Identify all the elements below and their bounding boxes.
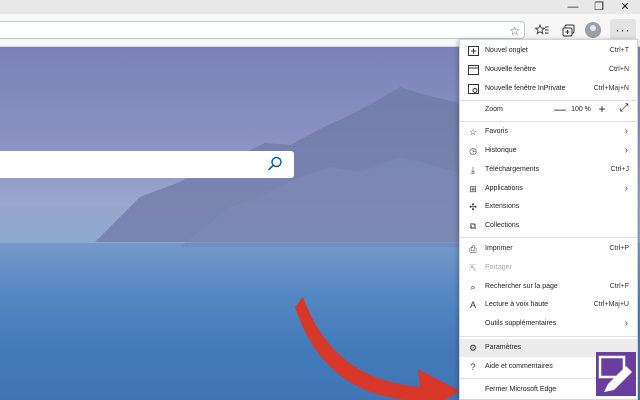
menu-separator [460, 237, 637, 238]
profile-avatar[interactable] [585, 22, 601, 38]
menu-item-more-tools[interactable]: Outils supplémentaires › [460, 315, 637, 333]
puzzle-icon: ✣ [469, 201, 477, 212]
menu-separator [460, 121, 637, 122]
chevron-right-icon: › [624, 126, 628, 137]
gear-icon: ⚙ [468, 342, 478, 353]
apps-icon: ⊞ [469, 183, 477, 194]
search-icon[interactable] [266, 155, 284, 173]
menu-item-new-window[interactable]: Nouvelle fenêtre Ctrl+N [460, 61, 637, 79]
add-favorite-star-icon[interactable]: ☆ [509, 22, 520, 40]
title-bar: — ❐ ✕ [0, 0, 640, 14]
menu-item-zoom: Zoom — 100 % + ⤢ [485, 102, 630, 116]
printer-icon: ⎙ [469, 243, 477, 254]
menu-item-new-tab[interactable]: Nouvel onglet Ctrl+T [460, 42, 637, 60]
fullscreen-icon[interactable]: ⤢ [618, 102, 630, 115]
minimize-button[interactable]: — [560, 0, 586, 14]
zoom-level: 100 % [571, 106, 591, 113]
help-icon: ? [470, 362, 476, 372]
collections-icon[interactable] [558, 20, 578, 40]
menu-item-read-aloud[interactable]: A Lecture à voix haute Ctrl+Maj+U [460, 296, 637, 314]
menu-item-inprivate-window[interactable]: Nouvelle fenêtre InPrivate Ctrl+Maj+N [460, 80, 637, 98]
find-icon: ⌕ [470, 281, 476, 292]
menu-separator [460, 336, 637, 337]
site-logo [596, 352, 636, 396]
chevron-right-icon: › [624, 183, 628, 194]
download-icon: ⤓ [471, 164, 475, 175]
close-window-button[interactable]: ✕ [612, 0, 638, 14]
chevron-right-icon: › [624, 145, 628, 156]
read-aloud-icon: A [469, 300, 476, 310]
pointer-arrow [295, 297, 460, 400]
chevron-right-icon: › [624, 318, 628, 329]
menu-item-collections[interactable]: ⧉ Collections [460, 217, 637, 235]
history-icon: ◷ [469, 145, 477, 156]
new-window-icon [467, 63, 479, 77]
star-icon: ☆ [468, 126, 478, 137]
zoom-out-button[interactable]: — [554, 102, 566, 116]
menu-item-share: ⇱ Partager [460, 259, 637, 277]
menu-item-downloads[interactable]: ⤓ Téléchargements Ctrl+J [460, 161, 637, 179]
settings-and-more-button[interactable]: ··· [610, 19, 636, 41]
web-search-box[interactable] [0, 151, 294, 178]
zoom-in-button[interactable]: + [596, 102, 608, 116]
share-icon: ⇱ [469, 262, 477, 273]
menu-item-favorites[interactable]: ☆ Favoris › [460, 123, 637, 141]
new-tab-icon [467, 44, 479, 58]
menu-item-applications[interactable]: ⊞ Applications › [460, 180, 637, 198]
inprivate-icon [467, 82, 479, 96]
menu-item-extensions[interactable]: ✣ Extensions [460, 198, 637, 216]
settings-menu: Nouvel onglet Ctrl+T Nouvelle fenêtre Ct… [459, 39, 638, 400]
collections-icon: ⧉ [469, 220, 477, 231]
favorites-bar-icon[interactable] [532, 20, 552, 40]
address-bar[interactable]: ☆ [0, 21, 525, 39]
menu-item-print[interactable]: ⎙ Imprimer Ctrl+P [460, 240, 637, 258]
menu-item-history[interactable]: ◷ Historique › [460, 142, 637, 160]
menu-item-find-on-page[interactable]: ⌕ Rechercher sur la page Ctrl+F [460, 278, 637, 296]
maximize-button[interactable]: ❐ [586, 0, 612, 14]
